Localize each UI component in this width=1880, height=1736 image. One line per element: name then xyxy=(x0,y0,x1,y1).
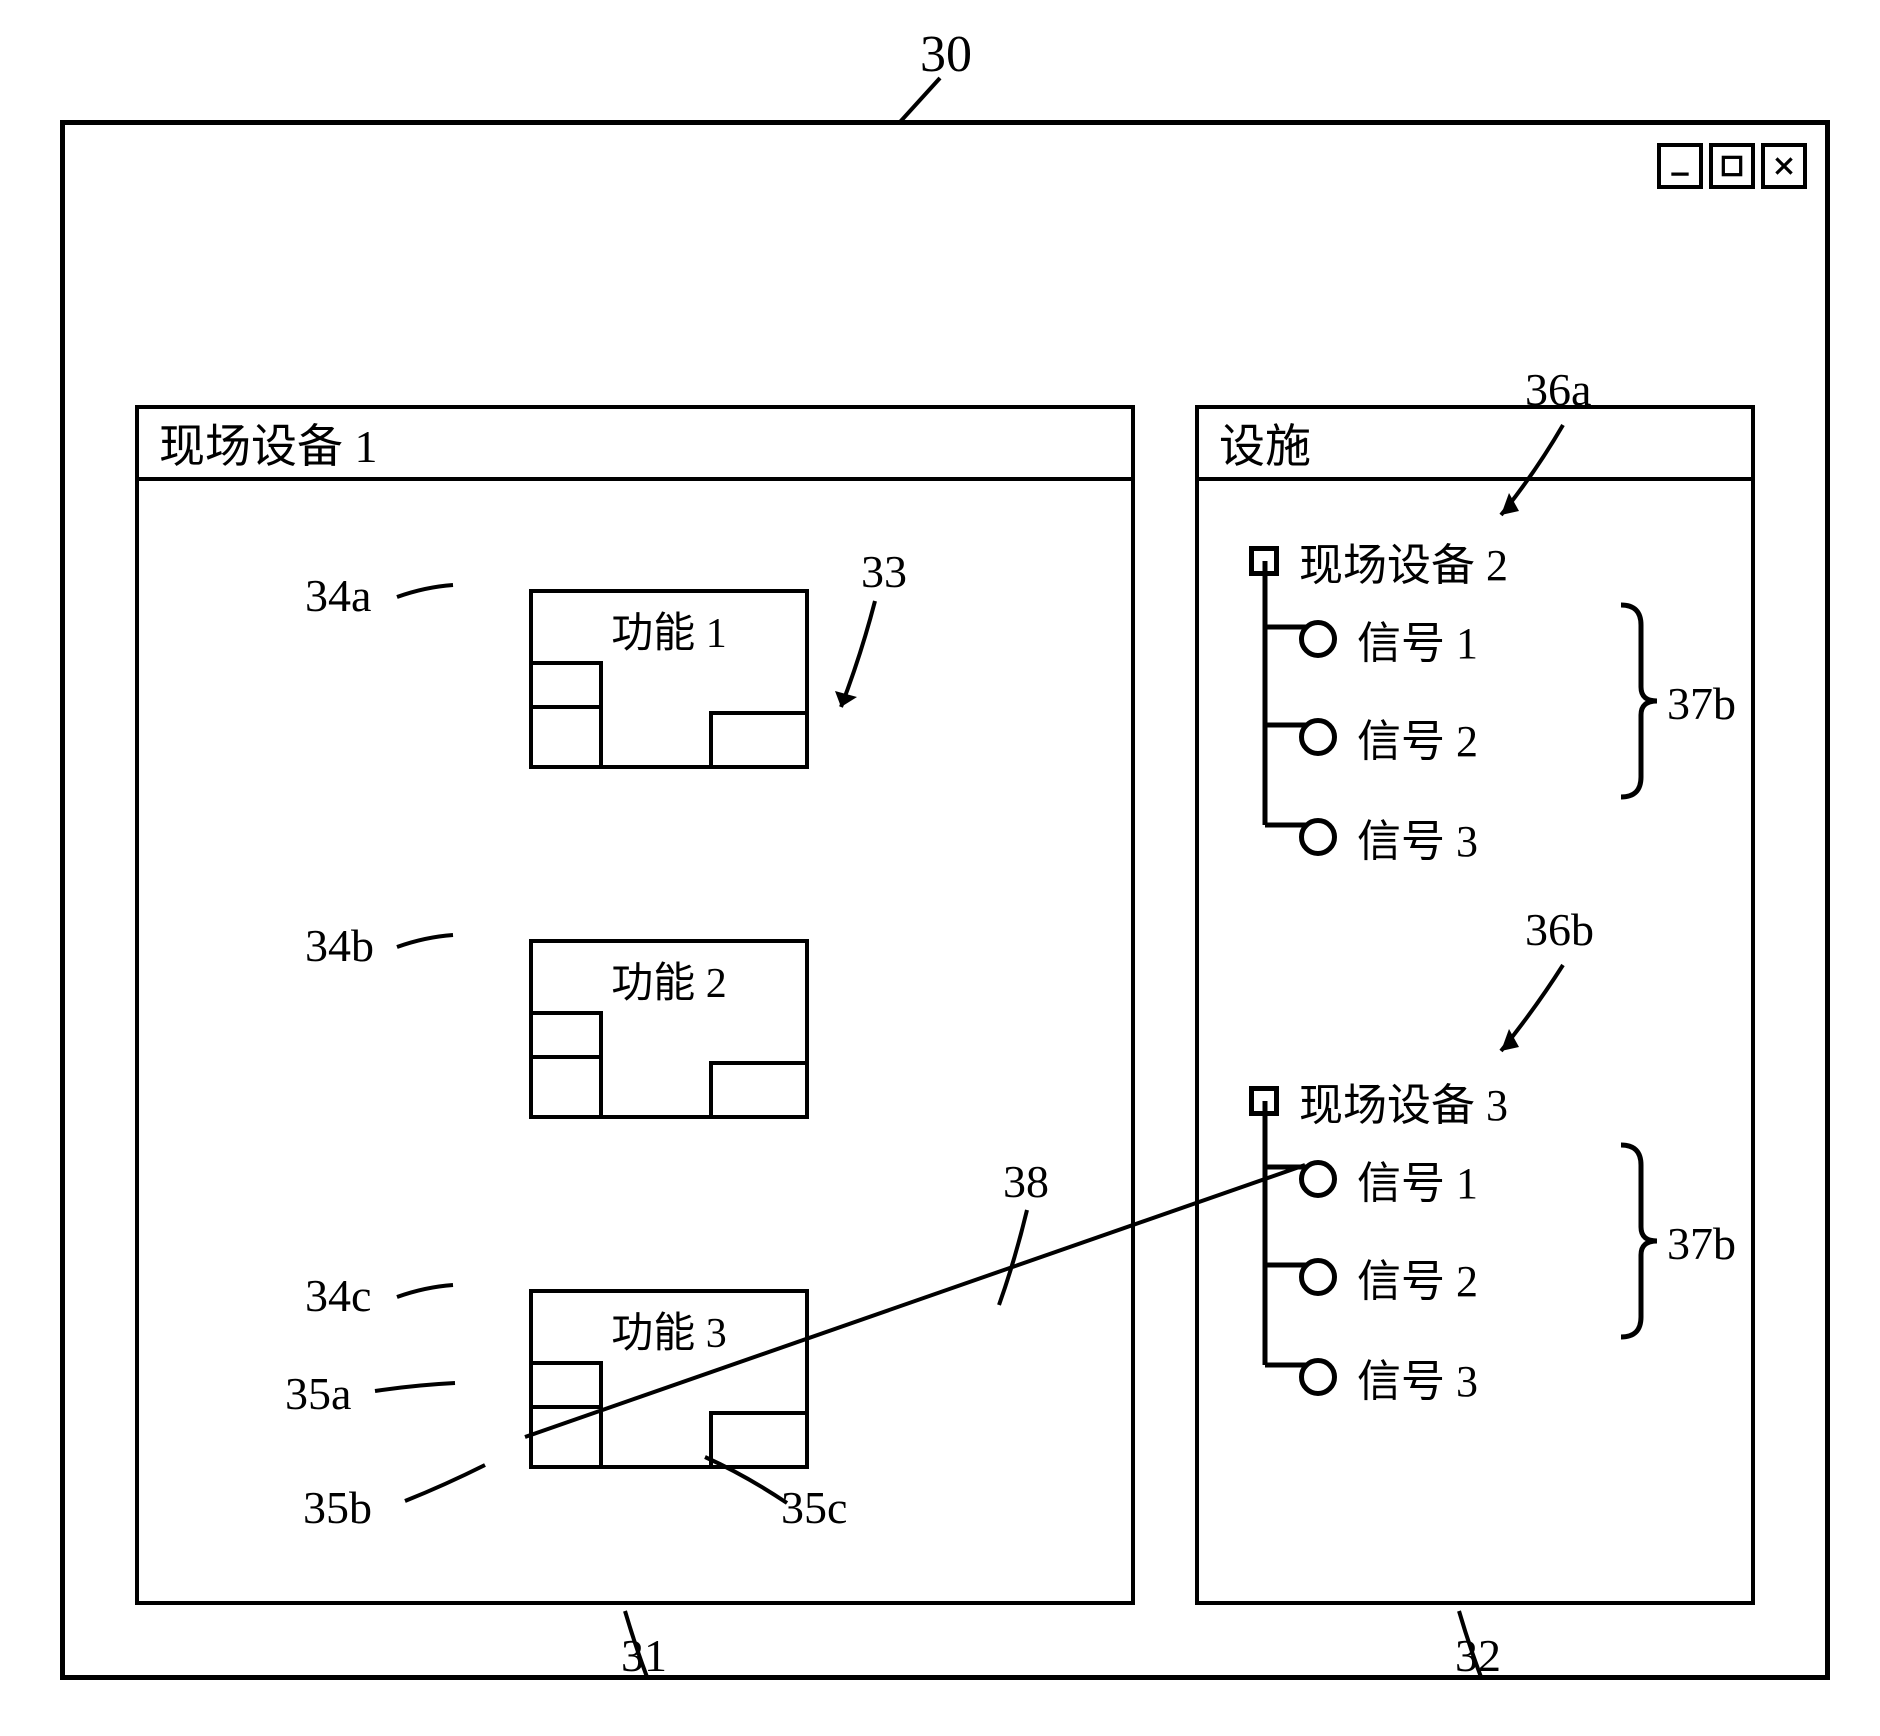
func3-ref-label: 34c xyxy=(305,1269,371,1322)
function-2-label: 功能 2 xyxy=(533,949,805,1010)
signal-label: 信号 3 xyxy=(1357,1345,1478,1409)
function-2-port-c[interactable] xyxy=(709,1061,809,1119)
function-2-port-b[interactable] xyxy=(529,1055,603,1119)
tree-circle-icon xyxy=(1299,1358,1337,1396)
function-1-label: 功能 1 xyxy=(533,599,805,660)
window-controls xyxy=(1657,143,1807,189)
left-panel-ref-label: 31 xyxy=(621,1629,667,1682)
function-2-port-a[interactable] xyxy=(529,1011,603,1059)
port-c-ref-label: 35c xyxy=(781,1481,847,1534)
right-panel-ref-label: 32 xyxy=(1455,1629,1501,1682)
function-1-port-b[interactable] xyxy=(529,705,603,769)
port-b-ref-label: 35b xyxy=(303,1481,372,1534)
tree-dev2-signal-2[interactable]: 信号 2 xyxy=(1299,705,1478,769)
maximize-button[interactable] xyxy=(1709,143,1755,189)
tree-dev3-signal-2[interactable]: 信号 2 xyxy=(1299,1245,1478,1309)
function-block-3[interactable]: 功能 3 xyxy=(529,1289,809,1469)
tree-device-3-label: 现场设备 3 xyxy=(1299,1069,1508,1133)
tree-dev3-signal-3[interactable]: 信号 3 xyxy=(1299,1345,1478,1409)
function-1-port-c[interactable] xyxy=(709,711,809,769)
tree-circle-icon xyxy=(1299,1258,1337,1296)
tree-dev2-signal-1[interactable]: 信号 1 xyxy=(1299,607,1478,671)
dev3-ref-label: 36b xyxy=(1525,903,1594,956)
tree-lines-dev3 xyxy=(1261,1101,1321,1381)
function-3-port-a[interactable] xyxy=(529,1361,603,1409)
func1-ref-label: 34a xyxy=(305,569,371,622)
signal-label: 信号 3 xyxy=(1357,805,1478,869)
tree-circle-icon xyxy=(1299,1160,1337,1198)
tree-circle-icon xyxy=(1299,718,1337,756)
signal-label: 信号 1 xyxy=(1357,607,1478,671)
function-3-port-c[interactable] xyxy=(709,1411,809,1469)
device-editor-panel: 现场设备 1 功能 1 功能 2 功能 3 xyxy=(135,405,1135,1605)
signal-label: 信号 2 xyxy=(1357,705,1478,769)
siggroup-ref-label-upper: 37b xyxy=(1667,677,1736,730)
close-button[interactable] xyxy=(1761,143,1807,189)
minimize-button[interactable] xyxy=(1657,143,1703,189)
tree-lines-dev2 xyxy=(1261,561,1321,841)
tree-dev2-signal-3[interactable]: 信号 3 xyxy=(1299,805,1478,869)
signal-label: 信号 1 xyxy=(1357,1147,1478,1211)
siggroup-ref-label-lower: 37b xyxy=(1667,1217,1736,1270)
port-a-ref-label: 35a xyxy=(285,1367,351,1420)
left-panel-title: 现场设备 1 xyxy=(139,409,1131,481)
tree-circle-icon xyxy=(1299,620,1337,658)
tree-dev3-signal-1[interactable]: 信号 1 xyxy=(1299,1147,1478,1211)
content-area-ref-label: 33 xyxy=(861,545,907,598)
function-3-label: 功能 3 xyxy=(533,1299,805,1360)
facility-tree-panel: 设施 现场设备 2 信号 1 信号 2 信号 3 现场设备 3 信号 1 信号 … xyxy=(1195,405,1755,1605)
function-block-1[interactable]: 功能 1 xyxy=(529,589,809,769)
function-1-port-a[interactable] xyxy=(529,661,603,709)
func2-ref-label: 34b xyxy=(305,919,374,972)
function-block-2[interactable]: 功能 2 xyxy=(529,939,809,1119)
dev2-ref-label: 36a xyxy=(1525,363,1591,416)
right-panel-title: 设施 xyxy=(1199,409,1751,481)
connection-ref-label: 38 xyxy=(1003,1155,1049,1208)
app-window: 现场设备 1 功能 1 功能 2 功能 3 设施 现场设备 2 xyxy=(60,120,1830,1680)
tree-device-2-label: 现场设备 2 xyxy=(1299,529,1508,593)
tree-circle-icon xyxy=(1299,818,1337,856)
function-3-port-b[interactable] xyxy=(529,1405,603,1469)
signal-label: 信号 2 xyxy=(1357,1245,1478,1309)
